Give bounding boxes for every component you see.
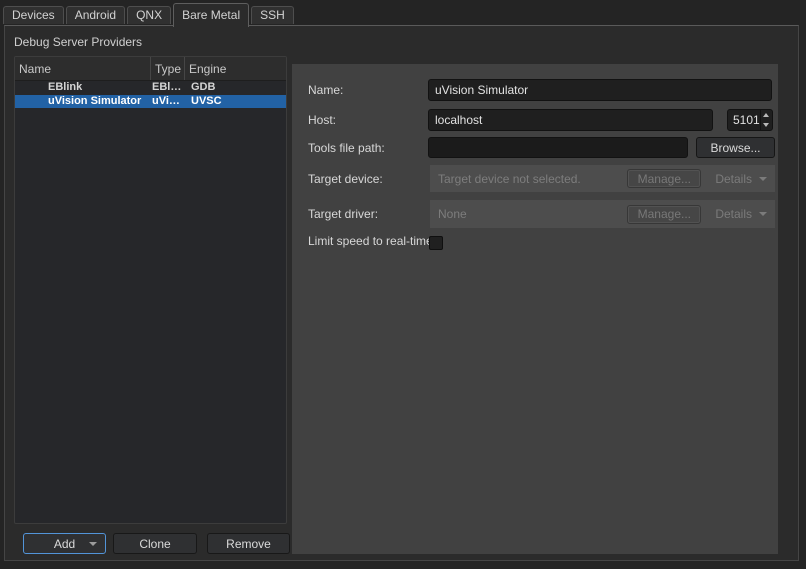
tab-label: Android — [74, 8, 117, 22]
column-header-engine[interactable]: Engine — [185, 57, 286, 80]
tools-file-path-label: Tools file path: — [308, 141, 385, 155]
device-details-button[interactable]: Details — [715, 172, 767, 186]
target-device-label: Target device: — [308, 172, 383, 186]
spin-down-icon — [763, 123, 770, 127]
tab-label: Devices — [12, 8, 55, 22]
driver-details-button[interactable]: Details — [715, 207, 767, 221]
table-row-eblink[interactable]: EBlink EBl… GDB — [15, 81, 286, 95]
bare-metal-pane: Debug Server Providers Name Type Engine … — [4, 25, 799, 561]
target-device-value: Target device not selected. — [438, 171, 581, 186]
column-header-name[interactable]: Name — [15, 57, 151, 80]
chevron-down-icon — [759, 176, 767, 181]
provider-actions: Add Clone Remove — [23, 533, 290, 554]
tab-label: SSH — [260, 8, 285, 22]
host-label: Host: — [308, 113, 337, 127]
device-tabbar: Devices Android QNX Bare Metal SSH — [3, 2, 296, 27]
target-driver-group: None Manage... Details — [430, 200, 775, 228]
cell-type: uVi… — [152, 94, 180, 107]
providers-table-header: Name Type Engine — [15, 57, 286, 81]
tab-qnx[interactable]: QNX — [127, 6, 172, 24]
limit-speed-checkbox[interactable] — [429, 236, 443, 250]
port-value: 5101 — [733, 113, 760, 127]
cell-name: uVision Simulator — [48, 94, 142, 107]
browse-button[interactable]: Browse... — [696, 137, 775, 158]
manage-driver-button[interactable]: Manage... — [627, 204, 702, 224]
details-label: Details — [715, 207, 752, 221]
clone-button[interactable]: Clone — [113, 533, 197, 554]
tab-label: QNX — [136, 8, 163, 22]
spin-up-icon — [763, 113, 770, 117]
port-spinner[interactable]: 5101 — [727, 109, 773, 131]
cell-name: EBlink — [48, 81, 83, 93]
limit-speed-label: Limit speed to real-time: — [308, 234, 437, 248]
add-button-label: Add — [53, 536, 76, 551]
host-input[interactable] — [428, 109, 713, 131]
page-title: Debug Server Providers — [14, 35, 143, 49]
name-label: Name: — [308, 83, 344, 97]
spin-up-button[interactable] — [761, 110, 772, 120]
remove-button[interactable]: Remove — [207, 533, 290, 554]
manage-device-button[interactable]: Manage... — [627, 169, 702, 188]
providers-table: Name Type Engine EBlink EBl… GDB uVision… — [14, 56, 287, 524]
name-input[interactable] — [428, 79, 772, 101]
target-driver-value: None — [438, 207, 467, 221]
column-header-type[interactable]: Type — [151, 57, 185, 80]
arrow-down-icon — [89, 542, 97, 546]
add-button[interactable]: Add — [23, 533, 106, 554]
device-options-window: Devices Android QNX Bare Metal SSH Debug… — [0, 0, 806, 569]
tools-file-path-input[interactable] — [428, 137, 688, 158]
tab-devices[interactable]: Devices — [3, 6, 64, 24]
target-driver-label: Target driver: — [308, 207, 379, 221]
tab-label: Bare Metal — [182, 8, 241, 22]
cell-type: EBl… — [152, 81, 182, 93]
details-label: Details — [715, 171, 752, 186]
table-row-uvision-simulator[interactable]: uVision Simulator uVi… UVSC — [15, 94, 286, 108]
provider-details-panel: Name: Host: 5101 Tools file path: Browse… — [292, 64, 778, 554]
cell-engine: UVSC — [191, 94, 222, 107]
chevron-down-icon — [759, 212, 767, 216]
tab-ssh[interactable]: SSH — [251, 6, 294, 24]
spin-down-button[interactable] — [761, 120, 772, 130]
tab-bare-metal[interactable]: Bare Metal — [173, 3, 250, 27]
tab-android[interactable]: Android — [65, 6, 126, 24]
spinner-buttons — [759, 110, 772, 130]
target-device-group: Target device not selected. Manage... De… — [430, 165, 775, 192]
cell-engine: GDB — [191, 81, 216, 93]
